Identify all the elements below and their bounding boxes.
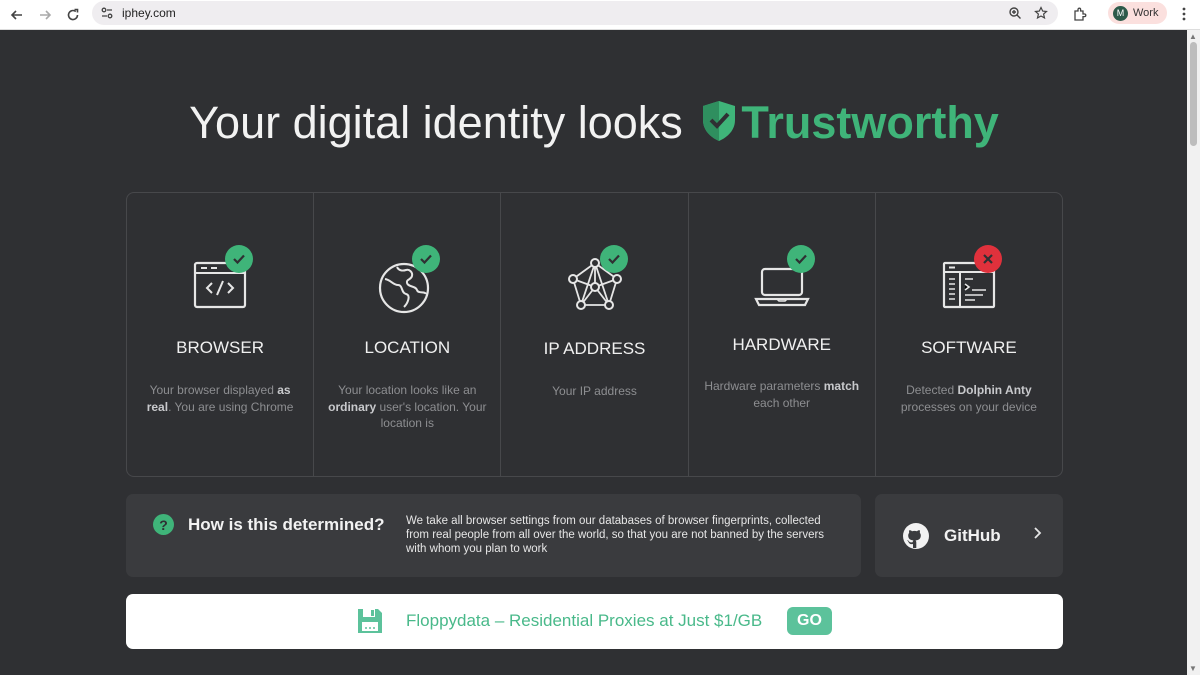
url-text[interactable]: iphey.com (122, 6, 176, 20)
check-card-hardware: HARDWARE Hardware parameters match each … (689, 193, 876, 476)
card-description: Hardware parameters match each other (704, 379, 860, 410)
how-description: We take all browser settings from our da… (406, 515, 825, 556)
profile-name: Work (1133, 7, 1159, 19)
scrollbar-thumb[interactable] (1190, 42, 1197, 146)
how-determined-panel: ? How is this determined? We take all br… (126, 494, 861, 577)
check-card-software: SOFTWARE Detected Dolphin Anty processes… (876, 193, 1062, 476)
page-scrollbar[interactable]: ▲ ▼ (1187, 30, 1200, 675)
card-title: LOCATION (364, 338, 451, 357)
headline-status: Trustworthy (741, 97, 999, 148)
check-card-browser: BROWSER Your browser displayed as real. … (127, 193, 315, 476)
promo-banner[interactable]: Floppydata – Residential Proxies at Just… (126, 594, 1063, 649)
card-title: HARDWARE (732, 335, 831, 354)
check-badge-icon (225, 245, 254, 273)
card-title: IP ADDRESS (543, 339, 646, 358)
more-menu-icon[interactable] (1176, 4, 1192, 24)
promo-text[interactable]: Floppydata – Residential Proxies at Just… (406, 611, 762, 631)
github-link[interactable]: GitHub (875, 494, 1063, 577)
zoom-icon[interactable] (1006, 4, 1024, 22)
scroll-down-icon[interactable]: ▼ (1189, 664, 1197, 673)
headline-prefix: Your digital identity looks (189, 97, 683, 148)
card-description: Your browser displayed as real. You are … (146, 383, 294, 414)
github-icon (903, 523, 929, 549)
check-card-location: LOCATION Your location looks like an ord… (314, 193, 502, 476)
page-title: Your digital identity looks Trustworthy (0, 97, 1188, 153)
card-description: Your location looks like an ordinary use… (328, 383, 487, 430)
identity-checks: BROWSER Your browser displayed as real. … (126, 192, 1063, 477)
bookmark-star-icon[interactable] (1032, 4, 1050, 22)
forward-arrow-icon[interactable] (31, 3, 59, 27)
card-title: BROWSER (176, 338, 265, 357)
shield-check-icon (701, 100, 737, 153)
avatar: M (1113, 5, 1128, 21)
reload-icon[interactable] (59, 3, 87, 27)
github-label: GitHub (944, 526, 1001, 545)
card-title: SOFTWARE (921, 338, 1017, 357)
check-badge-icon (786, 245, 815, 273)
question-icon: ? (153, 514, 174, 535)
chevron-right-icon (1033, 525, 1043, 545)
check-badge-icon (599, 245, 628, 273)
fail-badge-icon (973, 245, 1002, 273)
go-button[interactable]: GO (787, 607, 832, 635)
how-title: How is this determined? (188, 515, 385, 534)
floppy-disk-icon (358, 609, 382, 633)
profile-chip[interactable]: M Work (1108, 2, 1168, 24)
scroll-up-icon[interactable]: ▲ (1189, 32, 1197, 41)
address-bar[interactable]: iphey.com (92, 1, 1058, 25)
check-card-ip-address: IP ADDRESS Your IP address (501, 193, 689, 476)
browser-toolbar: iphey.com M Work (0, 0, 1200, 30)
back-arrow-icon[interactable] (3, 3, 31, 27)
card-description: Detected Dolphin Anty processes on your … (900, 383, 1037, 414)
site-settings-icon[interactable] (96, 2, 118, 24)
extensions-icon[interactable] (1068, 3, 1090, 25)
card-description: Your IP address (552, 384, 637, 398)
